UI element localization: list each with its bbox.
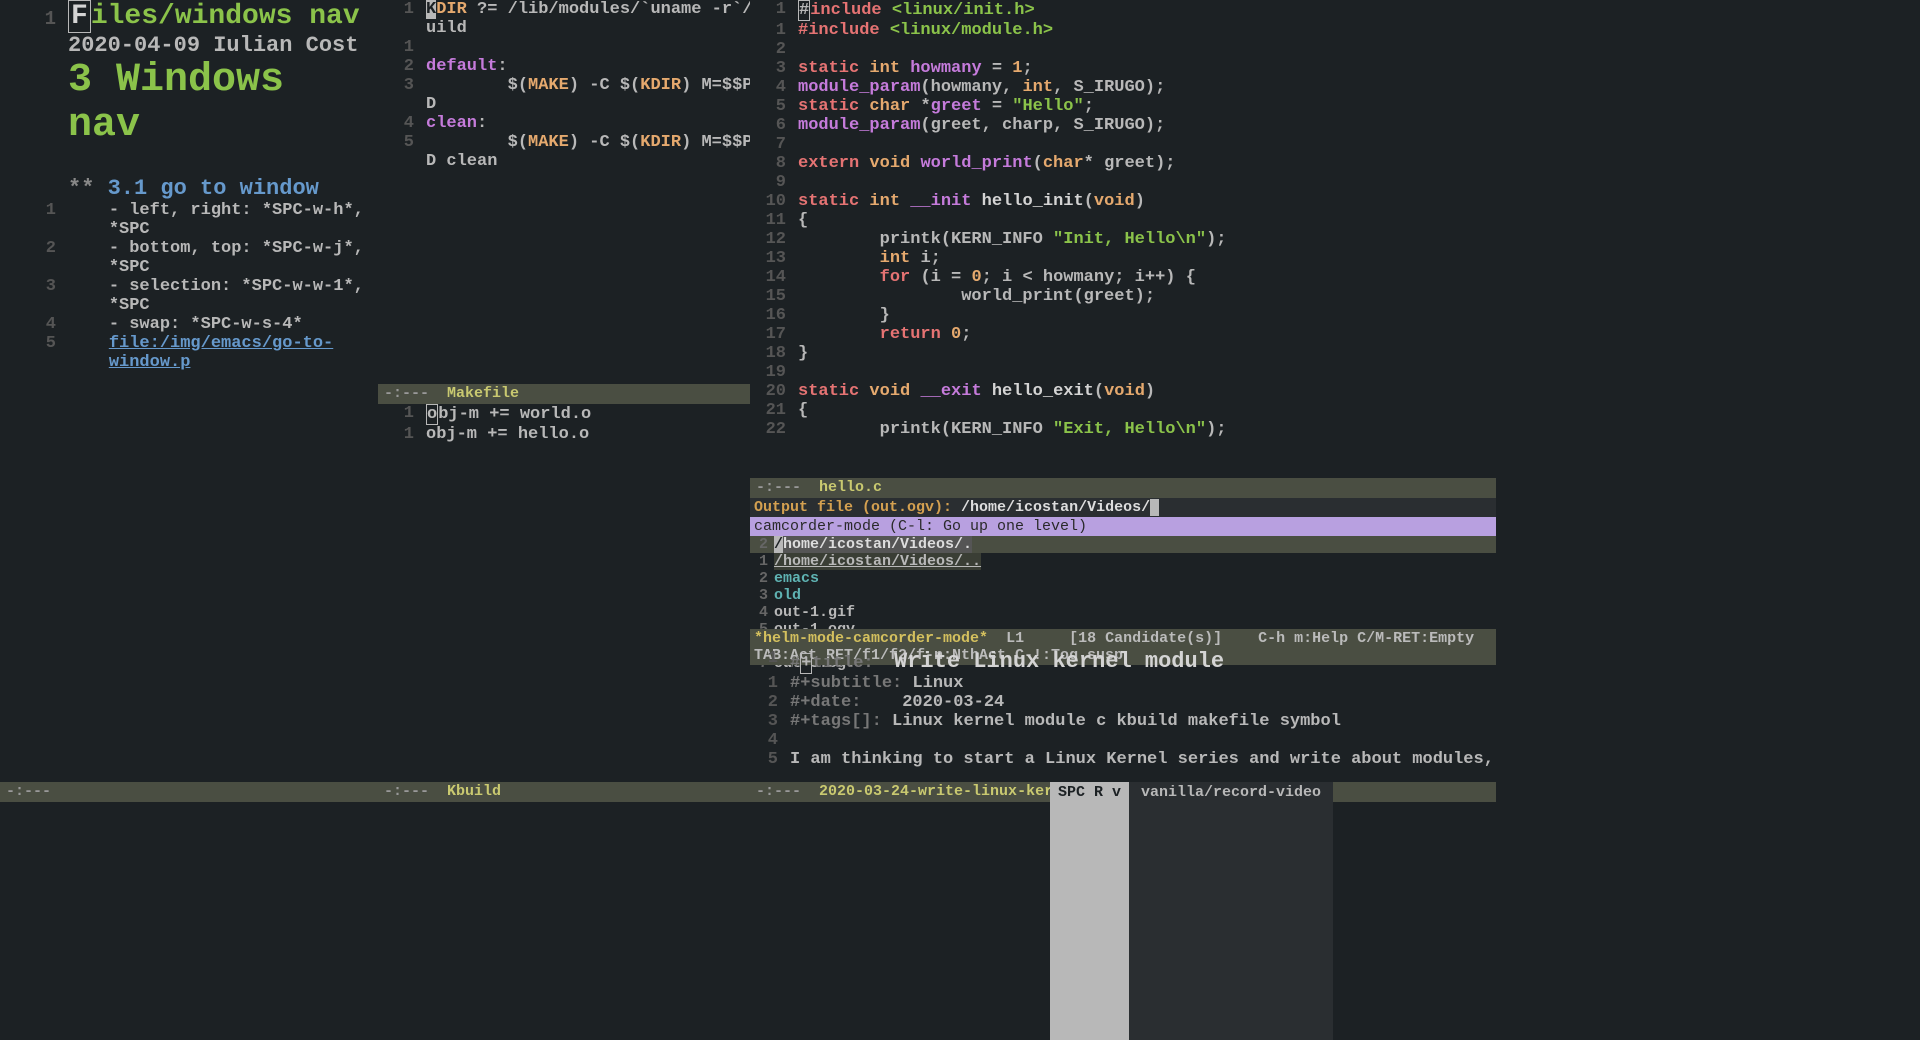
code-line[interactable]: 6module_param(greet, charp, S_IRUGO); (750, 116, 1496, 135)
left-modeline: -:--- (0, 782, 378, 802)
helm-source-header: camcorder-mode (C-l: Go up one level) (750, 517, 1496, 536)
code-line[interactable]: 1 (378, 38, 750, 57)
code-line[interactable]: 9 (750, 173, 1496, 192)
code-line[interactable]: 13 int i; (750, 249, 1496, 268)
subsection-heading: ** 3.1 go to window (18, 176, 378, 201)
kbuild-pane[interactable]: 1obj-m += world.o1obj-m += hello.o (378, 404, 750, 782)
hello-c-modeline: -:--- hello.c (750, 478, 1496, 498)
code-line[interactable]: 5I am thinking to start a Linux Kernel s… (750, 750, 1496, 769)
notes-pane[interactable]: 1 Files/windows nav 2020-04-09 Iulian Co… (18, 0, 378, 800)
org-pane[interactable]: 1#+title: Write Linux kernel module1#+su… (750, 649, 1496, 782)
code-line[interactable]: 1#+title: Write Linux kernel module (750, 649, 1496, 674)
helm-candidate[interactable]: 4out-1.gif (750, 604, 1496, 621)
code-line[interactable]: 1obj-m += hello.o (378, 425, 750, 444)
code-line[interactable]: 11{ (750, 211, 1496, 230)
code-line[interactable]: 1KDIR ?= /lib/modules/`uname -r`/b (378, 0, 750, 19)
code-line[interactable]: 4 (750, 731, 1496, 750)
heading-line: 1 Files/windows nav (18, 0, 378, 33)
command-name: vanilla/record-video (1129, 782, 1333, 1040)
helm-candidate[interactable]: 2/home/icostan/Videos/. (750, 536, 1496, 553)
list-item: 2 - bottom, top: *SPC-w-j*, *SPC (18, 239, 378, 277)
keybinding-label: SPC R v (1050, 782, 1129, 1040)
code-line[interactable]: 1obj-m += world.o (378, 404, 750, 425)
hello-c-pane[interactable]: 1#include <linux/init.h>1#include <linux… (750, 0, 1496, 478)
helm-candidate[interactable]: 2emacs (750, 570, 1496, 587)
code-line[interactable]: 17 return 0; (750, 325, 1496, 344)
code-line[interactable]: 4module_param(howmany, int, S_IRUGO); (750, 78, 1496, 97)
code-line[interactable]: 21{ (750, 401, 1496, 420)
list-item: 5 file:/img/emacs/go-to-window.p (18, 334, 378, 372)
helm-prompt[interactable]: Output file (out.ogv): /home/icostan/Vid… (750, 498, 1496, 517)
code-line[interactable]: 5static char *greet = "Hello"; (750, 97, 1496, 116)
code-line[interactable]: 10static int __init hello_init(void) (750, 192, 1496, 211)
helm-candidate[interactable]: 1/home/icostan/Videos/.. (750, 553, 1496, 570)
section-heading: 3 Windows nav (18, 58, 378, 148)
code-line[interactable]: 18} (750, 344, 1496, 363)
kbuild-modeline: -:--- Kbuild (378, 782, 750, 802)
code-line[interactable]: 12 printk(KERN_INFO "Init, Hello\n"); (750, 230, 1496, 249)
code-line[interactable]: uild (378, 19, 750, 38)
code-line[interactable]: 19 (750, 363, 1496, 382)
helm-candidate[interactable]: 3old (750, 587, 1496, 604)
code-line[interactable]: 3static int howmany = 1; (750, 59, 1496, 78)
code-line[interactable]: 2#+date: 2020-03-24 (750, 693, 1496, 712)
code-line[interactable]: 22 printk(KERN_INFO "Exit, Hello\n"); (750, 420, 1496, 439)
code-line[interactable]: 1#include <linux/init.h> (750, 0, 1496, 21)
code-line[interactable]: 2 (750, 40, 1496, 59)
list-item: 4 - swap: *SPC-w-s-4* (18, 315, 378, 334)
code-line[interactable]: D (378, 95, 750, 114)
code-line[interactable]: 3 $(MAKE) -C $(KDIR) M=$$PW (378, 76, 750, 95)
makefile-modeline: -:--- Makefile (378, 384, 750, 404)
code-line[interactable]: 3#+tags[]: Linux kernel module c kbuild … (750, 712, 1496, 731)
code-line[interactable]: 2default: (378, 57, 750, 76)
code-line[interactable]: D clean (378, 152, 750, 171)
code-line[interactable]: 14 for (i = 0; i < howmany; i++) { (750, 268, 1496, 287)
code-line[interactable]: 20static void __exit hello_exit(void) (750, 382, 1496, 401)
code-line[interactable]: 15 world_print(greet); (750, 287, 1496, 306)
list-item: 1 - left, right: *SPC-w-h*, *SPC (18, 201, 378, 239)
code-line[interactable]: 5 $(MAKE) -C $(KDIR) M=$$PW (378, 133, 750, 152)
makefile-pane[interactable]: 1KDIR ?= /lib/modules/`uname -r`/build12… (378, 0, 750, 384)
which-key-hint: SPC R v vanilla/record-video (1050, 782, 1920, 1040)
code-line[interactable]: 1#include <linux/module.h> (750, 21, 1496, 40)
date-author: 2020-04-09 Iulian Cost (18, 33, 378, 58)
file-link[interactable]: file:/img/emacs/go-to-window.p (109, 334, 378, 372)
code-line[interactable]: 8extern void world_print(char* greet); (750, 154, 1496, 173)
code-line[interactable]: 1#+subtitle: Linux (750, 674, 1496, 693)
code-line[interactable]: 7 (750, 135, 1496, 154)
list-item: 3 - selection: *SPC-w-w-1*, *SPC (18, 277, 378, 315)
code-line[interactable]: 4clean: (378, 114, 750, 133)
code-line[interactable]: 16 } (750, 306, 1496, 325)
